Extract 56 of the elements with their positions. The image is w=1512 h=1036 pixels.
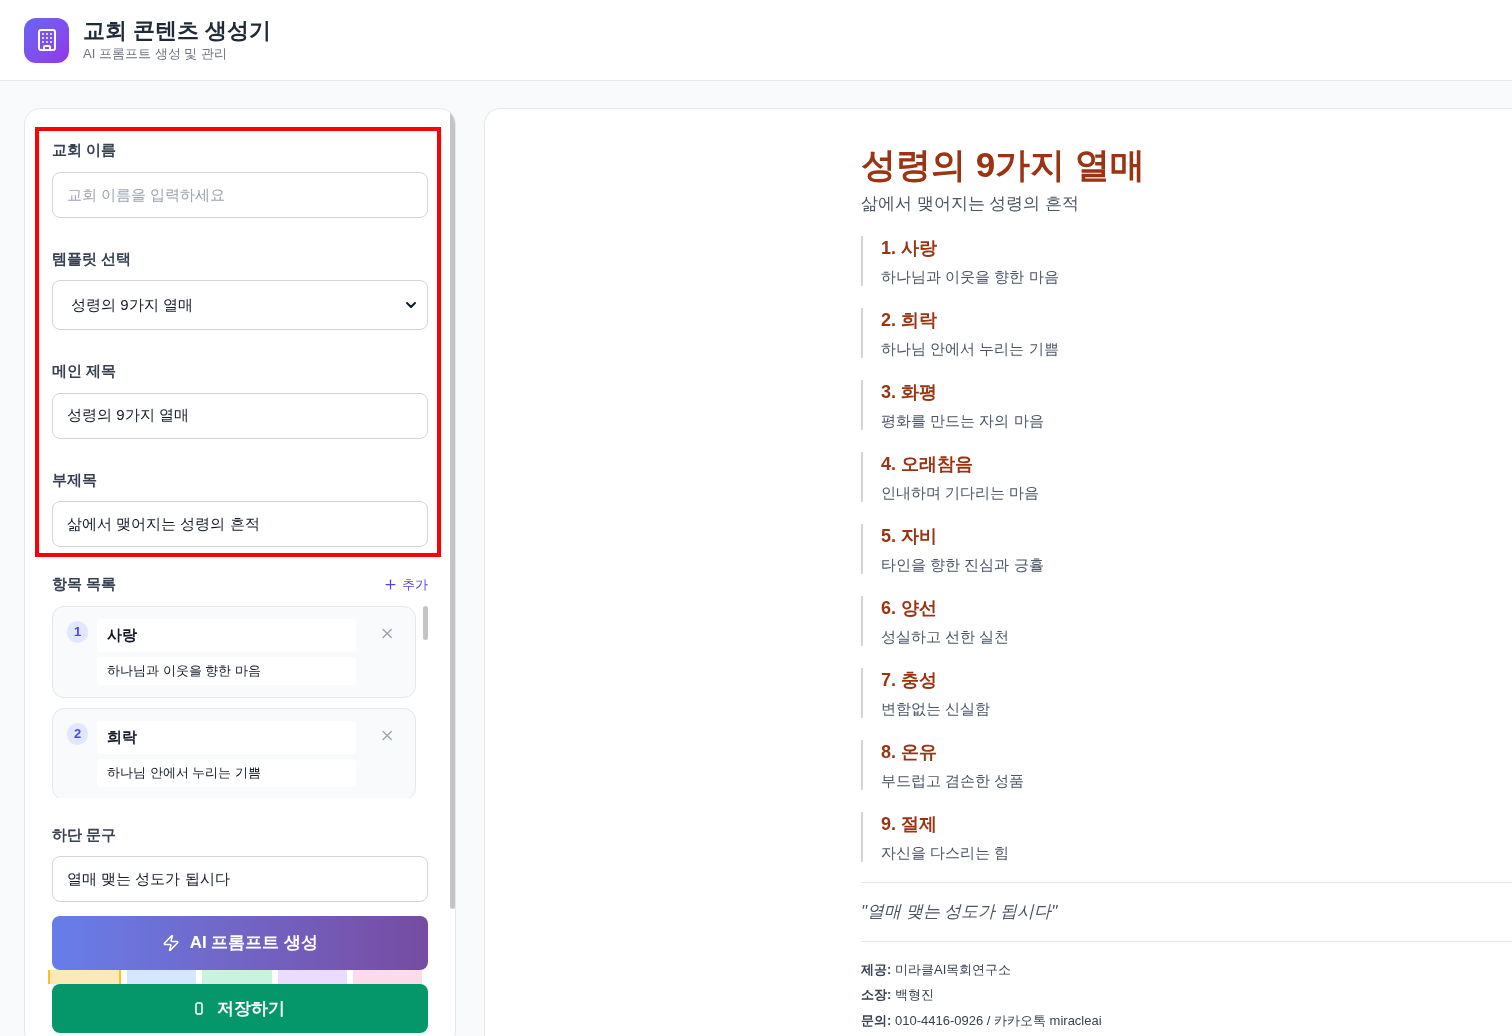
credit-line: 소장: 백형진 — [861, 986, 935, 1005]
building-icon — [24, 17, 69, 63]
lightning-icon — [161, 934, 180, 952]
item-number: 1 — [67, 620, 89, 643]
item-title-field[interactable]: 사랑 — [97, 618, 356, 652]
text-field[interactable]: 삶에서 맺어지는 성령의 흔적 — [52, 501, 428, 547]
credit-line: 제공: 미라클AI목회연구소 — [861, 960, 1013, 979]
preview-item-title: 6. 양선 — [881, 596, 938, 620]
preview-item-title: 4. 오래참음 — [881, 452, 974, 476]
preview-item-description: 타인을 향한 진심과 긍휼 — [881, 554, 1045, 575]
preview-item-title: 5. 자비 — [881, 524, 938, 548]
preview-title: 성령의 9가지 열매 — [861, 144, 1146, 186]
preview-item-description: 인내하며 기다리는 마음 — [881, 482, 1041, 503]
preview-item-description: 부드럽고 겸손한 성품 — [881, 770, 1026, 791]
field-label: 하단 문구 — [52, 824, 118, 845]
preview-item-description: 성실하고 선한 실천 — [881, 626, 1011, 647]
preview-subtitle: 삶에서 맺어지는 성령의 흔적 — [861, 192, 1081, 215]
app-subtitle: AI 프롬프트 생성 및 관리 — [83, 45, 228, 63]
app-title: 교회 콘텐츠 생성기 — [83, 16, 272, 44]
preview-item-description: 평화를 만드는 자의 마음 — [881, 410, 1045, 431]
preview-item-title: 7. 충성 — [881, 668, 938, 692]
preview-quote: "열매 맺는 성도가 됩시다" — [861, 902, 1058, 922]
color-swatch[interactable] — [48, 970, 122, 984]
save-button[interactable]: 저장하기 — [52, 984, 428, 1033]
text-field[interactable]: 열매 맺는 성도가 됩시다 — [52, 856, 428, 902]
field-label: 메인 제목 — [52, 361, 118, 381]
item-description-field[interactable]: 하나님 안에서 누리는 기쁨 — [97, 758, 356, 787]
preview-item-description: 변함없는 신실함 — [881, 698, 992, 719]
item-number: 2 — [67, 722, 89, 745]
color-swatch[interactable] — [352, 970, 422, 984]
preview-item-description: 하나님 안에서 누리는 기쁨 — [881, 338, 1060, 359]
field-label: 부제목 — [52, 469, 98, 490]
preview-item-title: 2. 희락 — [881, 308, 938, 332]
preview-item-description: 자신을 다스리는 힘 — [881, 842, 1011, 863]
template-select[interactable]: 성령의 9가지 열매 — [52, 280, 428, 330]
text-field[interactable]: 교회 이름을 입력하세요 — [52, 171, 428, 218]
plus-icon — [383, 576, 398, 592]
field-label: 교회 이름 — [52, 140, 118, 160]
scrollbar-thumb — [423, 605, 428, 640]
credit-line: 문의: 010-4416-0926 / 카카오톡 miracleai — [861, 1011, 1103, 1030]
preview-item-description: 하나님과 이웃을 향한 마음 — [881, 266, 1060, 287]
preview-item-title: 1. 사랑 — [881, 236, 938, 260]
field-label: 템플릿 선택 — [52, 248, 133, 269]
preview-item-title: 3. 화평 — [881, 380, 938, 404]
preview-item-title: 9. 절제 — [881, 812, 938, 836]
color-swatch[interactable] — [277, 970, 347, 984]
preview-item-title: 8. 온유 — [881, 740, 938, 764]
color-swatch[interactable] — [127, 970, 197, 984]
field-label: 항목 목록 — [52, 574, 117, 594]
item-description-field[interactable]: 하나님과 이웃을 향한 마음 — [97, 656, 356, 685]
text-field[interactable]: 성령의 9가지 열매 — [52, 392, 428, 439]
add-button[interactable]: 추가 — [383, 574, 428, 594]
rectangle-icon — [195, 1002, 203, 1015]
color-swatch[interactable] — [202, 970, 272, 984]
generate-button[interactable]: AI 프롬프트 생성 — [52, 916, 428, 970]
item-title-field[interactable]: 희락 — [97, 720, 356, 754]
